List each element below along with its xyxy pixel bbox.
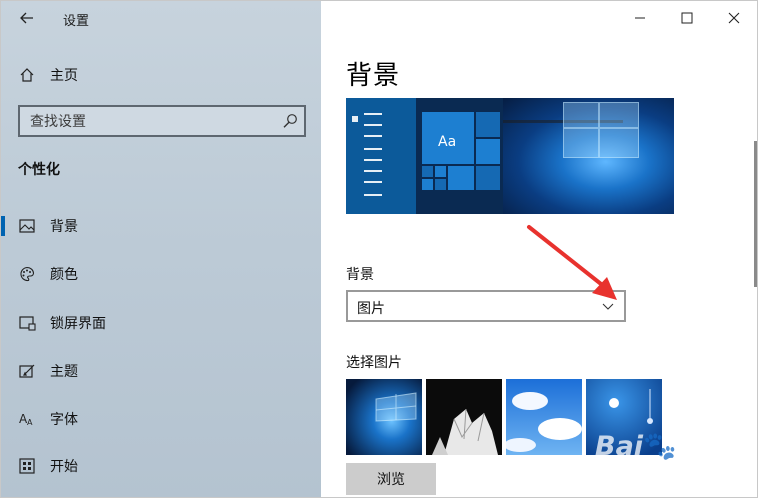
close-button[interactable] [711,1,757,35]
sidebar-item-label: 字体 [50,412,78,428]
maximize-button[interactable] [664,1,710,35]
app-title: 设置 [63,14,90,29]
theme-icon [17,361,37,381]
background-type-dropdown[interactable]: 图片 [346,290,626,322]
back-button[interactable] [17,7,37,29]
sidebar: 设置 主页 个性化 背景 颜色 [1,1,321,497]
background-preview: Aa [346,98,674,214]
sidebar-item-background[interactable]: 背景 [1,208,321,244]
start-icon [17,456,37,476]
search-icon[interactable] [282,113,298,129]
content-pane: 背景 Aa 背景 图片 选择图片 浏览 [321,1,757,497]
preview-desktop [503,98,674,214]
picture-thumbnail-windows[interactable] [346,379,422,455]
palette-icon [17,264,37,284]
settings-window: 设置 主页 个性化 背景 颜色 [0,0,758,498]
sidebar-item-label: 主题 [50,364,78,380]
watermark: Bai🐾du 经验 jingyan.baidu.com [581,426,751,496]
maximize-icon [681,12,693,24]
search-box[interactable] [18,105,306,137]
paw-icon: 🐾 [643,431,677,462]
sidebar-item-label: 颜色 [50,267,78,283]
page-title: 背景 [346,61,401,91]
minimize-button[interactable] [617,1,663,35]
dropdown-value: 图片 [357,301,385,317]
preview-start-menu [346,98,416,214]
background-label: 背景 [346,267,374,283]
preview-sample-text: Aa [438,134,457,150]
sidebar-item-label: 主页 [50,68,78,84]
sidebar-item-label: 开始 [50,459,78,475]
sidebar-item-colors[interactable]: 颜色 [1,256,321,292]
choose-picture-label: 选择图片 [346,355,402,371]
sidebar-item-lock-screen[interactable]: 锁屏界面 [1,305,321,341]
picture-thumbnail-sky[interactable] [506,379,582,455]
font-icon: AA [17,409,37,429]
image-icon [17,216,37,236]
preview-tiles [422,112,500,200]
section-title: 个性化 [18,162,60,178]
sidebar-item-themes[interactable]: 主题 [1,353,321,389]
minimize-icon [635,17,645,19]
close-icon [728,12,740,24]
chevron-down-icon [602,303,614,310]
sidebar-item-start[interactable]: 开始 [1,448,321,484]
sidebar-item-label: 背景 [50,219,78,235]
sidebar-item-label: 锁屏界面 [50,316,106,332]
scrollbar-thumb[interactable] [754,141,757,287]
picture-thumbnail-crystal[interactable] [426,379,502,455]
search-input[interactable] [28,111,282,133]
watermark-cn: 经验 [679,440,719,464]
sidebar-item-fonts[interactable]: AA 字体 [1,401,321,437]
home-icon [17,65,37,85]
watermark-url: jingyan.baidu.com [587,470,689,483]
svg-text:A: A [27,418,33,427]
back-arrow-icon [20,12,33,24]
browse-button[interactable]: 浏览 [346,463,436,495]
lock-screen-icon [17,313,37,333]
sidebar-item-home[interactable]: 主页 [1,57,321,93]
